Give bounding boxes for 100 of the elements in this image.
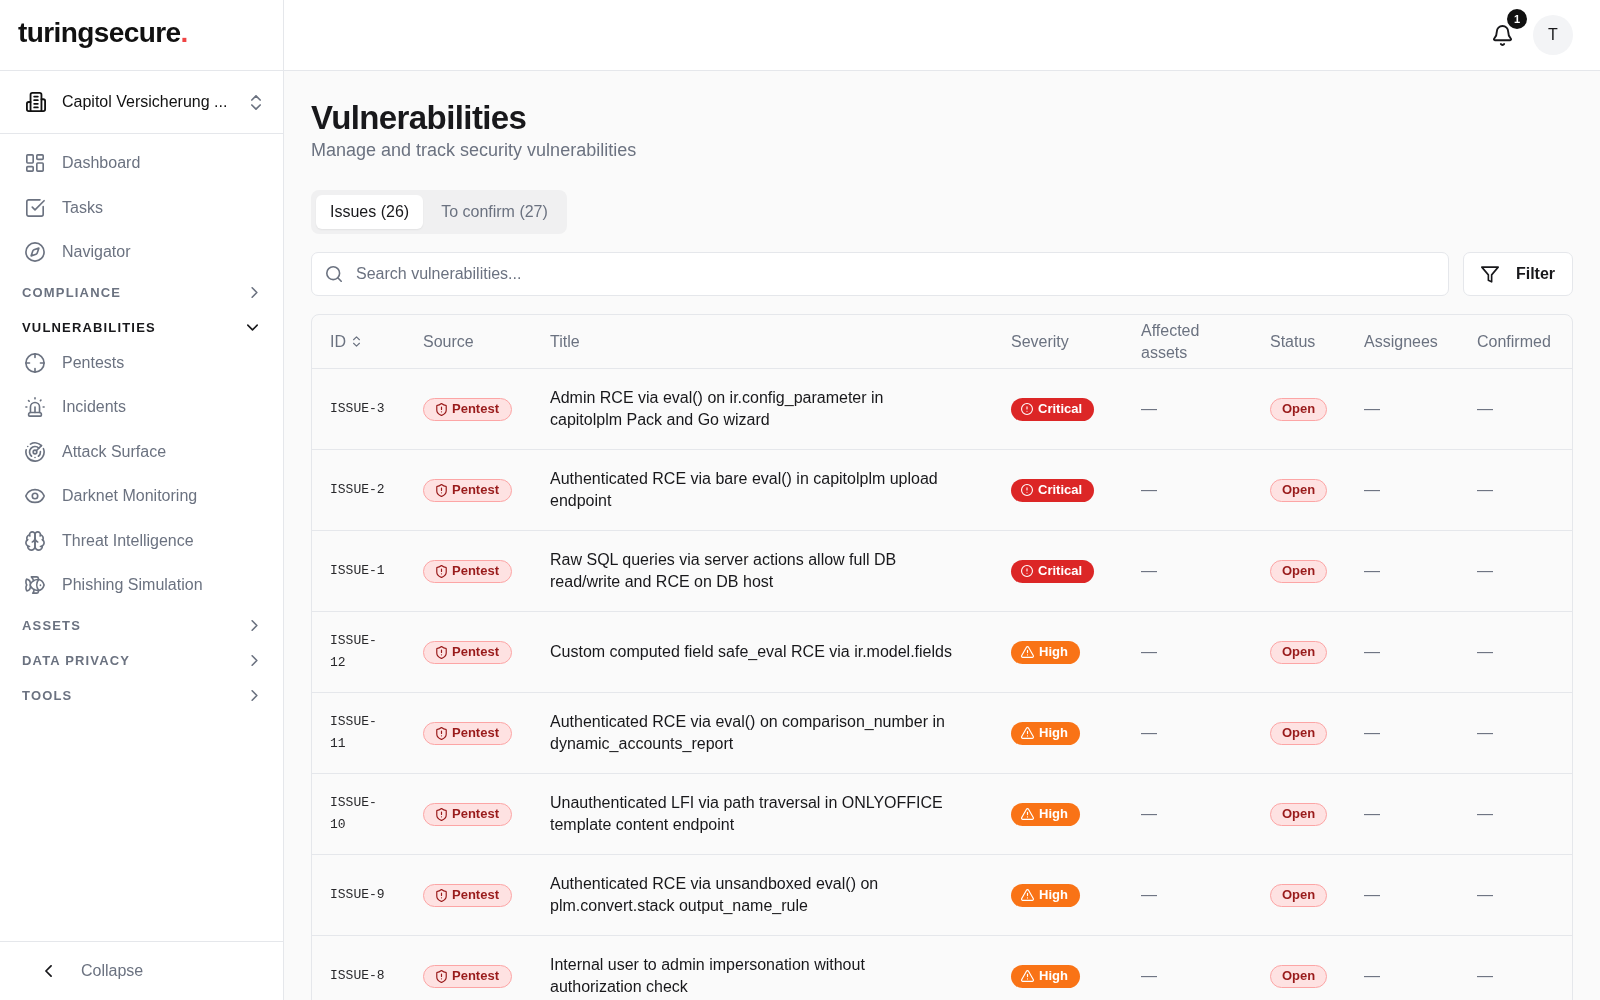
warning-triangle-icon [1021, 646, 1034, 659]
severity-label: Critical [1038, 481, 1083, 500]
source-label: Pentest [452, 643, 499, 662]
alert-circle-icon [1021, 403, 1033, 416]
nav-link[interactable]: Dashboard [0, 141, 283, 186]
chevron-right-icon [251, 689, 258, 701]
column-header: Status [1258, 315, 1352, 369]
user-avatar[interactable]: T [1533, 15, 1573, 55]
source-label: Pentest [452, 886, 499, 905]
severity-label: High [1039, 967, 1068, 986]
chevron-right-icon [251, 619, 258, 631]
search-field[interactable]: Search vulnerabilities... [311, 252, 1449, 296]
tab[interactable]: To confirm (27) [427, 195, 562, 229]
shield-alert-icon [436, 888, 447, 902]
fish-icon [25, 575, 45, 596]
nav-link[interactable]: Phishing Simulation [0, 563, 283, 608]
layout-grid-icon [25, 153, 45, 174]
shield-alert-icon [436, 807, 447, 821]
source-label: Pentest [452, 400, 499, 419]
table-cell: — [1129, 855, 1258, 936]
search-icon [326, 266, 342, 282]
column-header: Severity [999, 315, 1129, 369]
page-title: Vulnerabilities [311, 99, 528, 137]
notification-count: 1 [1507, 9, 1527, 29]
table-cell: — [1465, 531, 1573, 612]
alert-circle-icon [1021, 565, 1033, 578]
status-tag: Open [1270, 397, 1328, 421]
chevron-right-icon [251, 286, 258, 298]
table-cell: — [1465, 369, 1573, 450]
column-header: Confirmed [1465, 315, 1573, 369]
nav-link[interactable]: Navigator [0, 230, 283, 275]
issue-id: ISSUE-8 [312, 936, 411, 1000]
source-label: Pentest [452, 805, 499, 824]
organization-switcher[interactable]: Capitol Versicherung ... [0, 71, 283, 133]
table-cell: — [1352, 450, 1465, 531]
issue-title: Authenticated RCE via bare eval() in capitolplm upload endpoint [538, 450, 999, 531]
nav-link[interactable]: Attack Surface [0, 429, 283, 474]
radar-icon [25, 441, 45, 462]
status-tag: Open [1270, 802, 1328, 826]
nav-section-toggle[interactable]: DATA PRIVACY [0, 642, 283, 678]
issue-id: ISSUE-10 [312, 774, 411, 855]
crosshair-icon [25, 352, 45, 373]
issue-title: Custom computed field safe_eval RCE via ir.model.fields [538, 612, 999, 693]
table-cell: — [1352, 855, 1465, 936]
filter-button[interactable]: Filter [1463, 252, 1573, 296]
severity-label: Critical [1038, 562, 1083, 581]
table-cell: — [1129, 369, 1258, 450]
table-cell: — [1352, 531, 1465, 612]
chevron-right-icon [251, 654, 258, 666]
table-cell: — [1465, 936, 1573, 1000]
shield-alert-icon [436, 564, 447, 578]
issue-id: ISSUE-12 [312, 612, 411, 693]
tab[interactable]: Issues (26) [316, 195, 424, 229]
issue-id: ISSUE-11 [312, 693, 411, 774]
compass-icon [25, 242, 45, 263]
table-cell: — [1129, 612, 1258, 693]
severity-label: Critical [1038, 400, 1083, 419]
nav-link[interactable]: Tasks [0, 185, 283, 230]
shield-alert-icon [436, 726, 447, 740]
issue-title: Authenticated RCE via unsandboxed eval() on plm.convert.stack output_name_rule [538, 855, 999, 936]
nav-link[interactable]: Darknet Monitoring [0, 474, 283, 519]
chevron-down-icon [247, 323, 258, 331]
table-cell: — [1129, 531, 1258, 612]
column-header: Affected assets [1129, 315, 1258, 369]
shield-alert-icon [436, 645, 447, 659]
nav-section-toggle[interactable]: ASSETS [0, 607, 283, 643]
table-cell: — [1465, 450, 1573, 531]
warning-triangle-icon [1021, 970, 1034, 983]
table-cell: — [1465, 855, 1573, 936]
collapse-button[interactable]: Collapse [45, 962, 144, 980]
table-cell: — [1352, 693, 1465, 774]
status-tag: Open [1270, 478, 1328, 502]
table-cell: — [1465, 693, 1573, 774]
issue-id: ISSUE-1 [312, 531, 411, 612]
nav-section-toggle[interactable]: TOOLS [0, 677, 283, 713]
shield-alert-icon [436, 402, 447, 416]
nav-section-toggle[interactable]: COMPLIANCE [0, 274, 283, 310]
table-cell: — [1465, 612, 1573, 693]
filter-icon [1480, 265, 1499, 283]
shield-alert-icon [436, 969, 447, 983]
status-tag: Open [1270, 964, 1328, 988]
alert-circle-icon [1021, 484, 1033, 497]
building-icon [26, 92, 46, 112]
table-cell: — [1465, 774, 1573, 855]
table-cell: — [1352, 369, 1465, 450]
nav-link[interactable]: Incidents [0, 385, 283, 430]
chevrons-up-down-icon [251, 94, 261, 110]
nav-link[interactable]: Threat Intelligence [0, 518, 283, 563]
status-tag: Open [1270, 883, 1328, 907]
severity-label: High [1039, 805, 1068, 824]
warning-triangle-icon [1021, 808, 1034, 821]
issue-id: ISSUE-3 [312, 369, 411, 450]
chevron-left-icon [45, 965, 52, 977]
issue-id: ISSUE-2 [312, 450, 411, 531]
status-tag: Open [1270, 721, 1328, 745]
issue-title: Raw SQL queries via server actions allow full DB read/write and RCE on DB host [538, 531, 999, 612]
table-cell: — [1129, 774, 1258, 855]
severity-label: High [1039, 724, 1068, 743]
sort-header[interactable]: ID [330, 330, 360, 353]
table-cell: — [1352, 612, 1465, 693]
